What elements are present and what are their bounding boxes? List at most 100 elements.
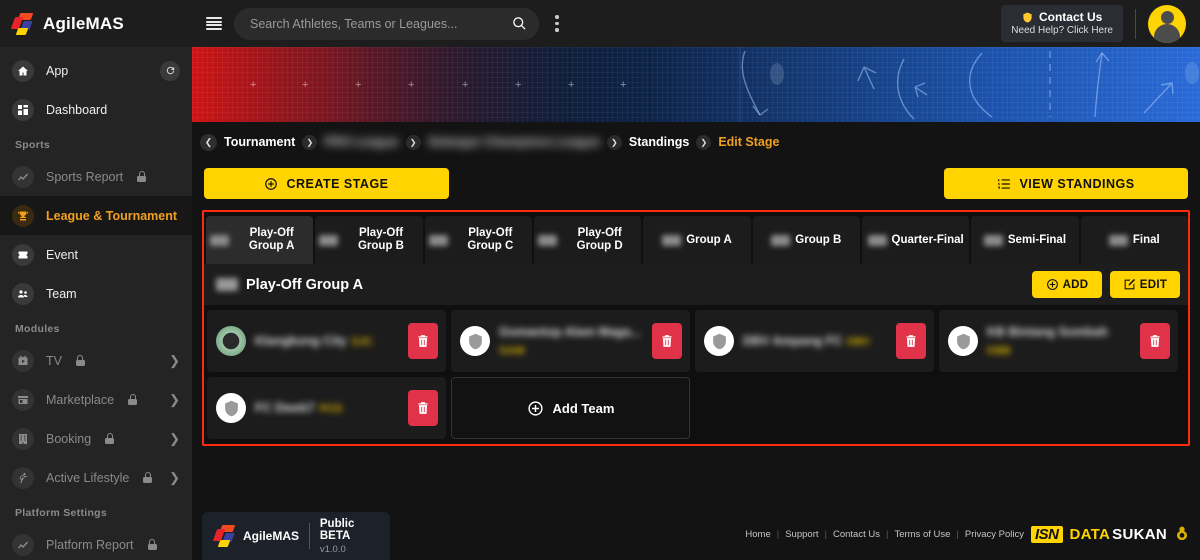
tab-quarter-final[interactable]: Quarter-Final (862, 216, 969, 264)
search-box[interactable] (234, 8, 539, 40)
team-name: KB Bintang Sombah (987, 325, 1108, 339)
sidebar-section-sports: Sports (0, 129, 192, 157)
delete-team-button[interactable] (1140, 323, 1170, 359)
tab-label: Play-Off Group C (453, 227, 528, 253)
team-card[interactable]: FC Dwek7 PCD (207, 377, 446, 439)
tab-label: Play-Off Group A (234, 227, 309, 253)
team-card[interactable]: KB Bintang Sombah KBB (939, 310, 1178, 372)
footer-link-contact-us[interactable]: Contact Us (833, 529, 880, 540)
hamburger-menu-icon[interactable] (206, 17, 222, 30)
chevron-right-icon[interactable]: ❯ (169, 471, 180, 484)
sidebar-item-app[interactable]: App (0, 51, 192, 90)
action-row: CREATE STAGE VIEW STANDINGS (192, 162, 1200, 199)
breadcrumb-item-competition[interactable]: Selangor Champions League (428, 135, 600, 149)
team-name: DBV Ampang FC (743, 334, 843, 348)
sidebar-item-tv[interactable]: TV ❯ (0, 341, 192, 380)
team-card[interactable]: Klangkong City SJC (207, 310, 446, 372)
footer-brand-name: AgileMAS (243, 529, 299, 543)
tab-final[interactable]: Final (1081, 216, 1188, 264)
team-name: Gomantop Alam Maga... (499, 325, 641, 339)
edit-button-label: EDIT (1140, 279, 1167, 291)
edit-pencil-icon (1123, 278, 1136, 291)
delete-team-button[interactable] (652, 323, 682, 359)
view-standings-button[interactable]: VIEW STANDINGS (944, 168, 1188, 199)
sidebar-item-active-lifestyle[interactable]: Active Lifestyle ❯ (0, 458, 192, 497)
chevron-right-icon[interactable]: ❯ (169, 432, 180, 445)
datasukan-rest: SUKAN (1112, 526, 1167, 543)
brand-name: AgileMAS (43, 14, 124, 34)
breadcrumb-item-edit-stage[interactable]: Edit Stage (718, 135, 779, 149)
lock-icon (148, 539, 157, 550)
sidebar: AgileMAS App Dashboard Sports (0, 0, 192, 560)
team-card[interactable]: DBV Ampang FC DBV (695, 310, 934, 372)
sidebar-item-booking[interactable]: Booking ❯ (0, 419, 192, 458)
app-root: AgileMAS App Dashboard Sports (0, 0, 1200, 560)
footer-link-privacy-policy[interactable]: Privacy Policy (965, 529, 1024, 540)
tab-group-b[interactable]: Group B (753, 216, 860, 264)
team-meta: KB Bintang Sombah KBB (987, 323, 1131, 359)
tab-label: Final (1133, 234, 1160, 247)
add-button[interactable]: ADD (1032, 271, 1102, 298)
footer: AgileMAS Public BETA v1.0.0 Home | Suppo… (192, 503, 1200, 560)
add-team-button[interactable]: Add Team (451, 377, 690, 439)
create-stage-button[interactable]: CREATE STAGE (204, 168, 449, 199)
sidebar-item-label: League & Tournament (46, 209, 177, 223)
breadcrumb-item-standings[interactable]: Standings (629, 135, 689, 149)
breadcrumb-item-tournament[interactable]: Tournament (224, 135, 295, 149)
edit-button[interactable]: EDIT (1110, 271, 1180, 298)
datasukan-accent: DATA (1070, 526, 1111, 543)
plus-circle-icon (264, 177, 278, 191)
tab-semi-final[interactable]: Semi-Final (971, 216, 1078, 264)
tab-play-off-group-d[interactable]: Play-Off Group D (534, 216, 641, 264)
club-crest-icon (460, 326, 490, 356)
chevron-left-icon[interactable]: ❮ (200, 134, 217, 151)
refresh-icon[interactable] (160, 61, 180, 81)
plus-circle-icon (527, 400, 544, 417)
tab-group-a[interactable]: Group A (643, 216, 750, 264)
sidebar-item-sports-report[interactable]: Sports Report (0, 157, 192, 196)
footer-link-terms-of-use[interactable]: Terms of Use (894, 529, 950, 540)
sidebar-item-dashboard[interactable]: Dashboard (0, 90, 192, 129)
delete-team-button[interactable] (896, 323, 926, 359)
sidebar-item-marketplace[interactable]: Marketplace ❯ (0, 380, 192, 419)
breadcrumb-item-league[interactable]: PRO League (324, 135, 398, 149)
trend-line-icon (12, 534, 34, 556)
team-card[interactable]: Gomantop Alam Maga... GAM (451, 310, 690, 372)
sidebar-item-event[interactable]: Event (0, 235, 192, 274)
team-code: PCD (319, 403, 342, 415)
contact-us-button[interactable]: Contact Us Need Help? Click Here (1001, 5, 1123, 42)
sidebar-section-platform-settings: Platform Settings (0, 497, 192, 525)
isn-logo: ISN (1031, 526, 1063, 543)
footer-link-support[interactable]: Support (785, 529, 818, 540)
sidebar-item-label: App (46, 64, 68, 78)
chevron-right-icon[interactable]: ❯ (169, 393, 180, 406)
club-crest-icon (216, 393, 246, 423)
ticket-icon (12, 244, 34, 266)
sidebar-item-platform-report[interactable]: Platform Report (0, 525, 192, 560)
sidebar-brand[interactable]: AgileMAS (0, 0, 192, 47)
delete-team-button[interactable] (408, 390, 438, 426)
divider: | (777, 529, 779, 540)
search-input[interactable] (250, 17, 504, 31)
avatar[interactable] (1148, 5, 1186, 43)
tab-play-off-group-a[interactable]: Play-Off Group A (206, 216, 313, 264)
team-code: DBV (847, 336, 870, 348)
tab-play-off-group-b[interactable]: Play-Off Group B (315, 216, 422, 264)
search-icon[interactable] (512, 16, 527, 31)
sidebar-item-league-tournament[interactable]: League & Tournament (0, 196, 192, 235)
add-team-label: Add Team (553, 401, 615, 416)
sidebar-item-team[interactable]: Team (0, 274, 192, 313)
chevron-right-icon[interactable]: ❯ (169, 354, 180, 367)
more-vertical-icon[interactable] (555, 15, 559, 32)
delete-team-button[interactable] (408, 323, 438, 359)
sidebar-item-label: Marketplace (46, 393, 114, 407)
trophy-icon (12, 205, 34, 227)
sidebar-nav: App Dashboard Sports Sports Report (0, 47, 192, 560)
footer-version-label: v1.0.0 (320, 544, 378, 555)
create-stage-label: CREATE STAGE (286, 177, 388, 191)
club-crest-icon (948, 326, 978, 356)
trash-icon (1148, 333, 1162, 349)
divider: | (956, 529, 958, 540)
tab-play-off-group-c[interactable]: Play-Off Group C (425, 216, 532, 264)
footer-link-home[interactable]: Home (745, 529, 770, 540)
